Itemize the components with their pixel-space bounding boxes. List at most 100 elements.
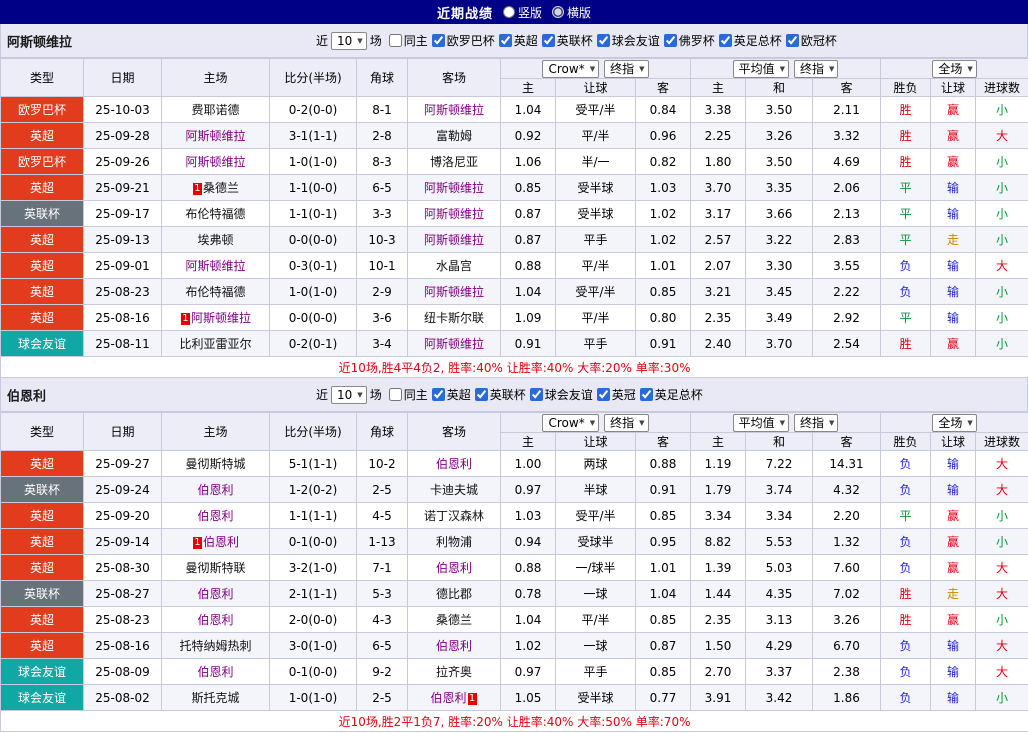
average-select[interactable]: 平均值▼ [733, 60, 789, 78]
bookmaker-select[interactable]: Crow*▼ [542, 414, 599, 432]
layout-vertical-option[interactable]: 竖版 [503, 4, 542, 21]
away-team-cell[interactable]: 伯恩利1 [408, 685, 501, 711]
score-cell[interactable]: 1-2(0-2) [270, 477, 357, 503]
score-cell[interactable]: 0-2(0-0) [270, 97, 357, 123]
league-checkbox[interactable] [432, 34, 445, 47]
home-team-cell[interactable]: 伯恩利 [162, 659, 270, 685]
score-cell[interactable]: 0-3(0-1) [270, 253, 357, 279]
away-team-cell[interactable]: 阿斯顿维拉 [408, 201, 501, 227]
away-team-cell[interactable]: 博洛尼亚 [408, 149, 501, 175]
away-team-cell[interactable]: 桑德兰 [408, 607, 501, 633]
score-cell[interactable]: 1-1(0-0) [270, 175, 357, 201]
home-team-cell[interactable]: 曼彻斯特城 [162, 451, 270, 477]
league-filter[interactable]: 英联杯 [475, 386, 526, 403]
score-cell[interactable]: 3-0(1-0) [270, 633, 357, 659]
home-team-cell[interactable]: 费耶诺德 [162, 97, 270, 123]
league-filter[interactable]: 欧冠杯 [786, 32, 837, 49]
match-count-select[interactable]: 10▼ [331, 32, 367, 50]
home-team-cell[interactable]: 1桑德兰 [162, 175, 270, 201]
score-cell[interactable]: 0-2(0-1) [270, 331, 357, 357]
scope-select[interactable]: 全场▼ [932, 414, 976, 432]
score-cell[interactable]: 3-2(1-0) [270, 555, 357, 581]
score-cell[interactable]: 1-0(1-0) [270, 149, 357, 175]
final-odds-select[interactable]: 终指▼ [604, 60, 648, 78]
score-cell[interactable]: 1-1(0-1) [270, 201, 357, 227]
home-team-cell[interactable]: 伯恩利 [162, 607, 270, 633]
match-count-select[interactable]: 10▼ [331, 386, 367, 404]
away-team-cell[interactable]: 利物浦 [408, 529, 501, 555]
score-cell[interactable]: 0-0(0-0) [270, 305, 357, 331]
home-team-cell[interactable]: 伯恩利 [162, 503, 270, 529]
away-team-cell[interactable]: 阿斯顿维拉 [408, 227, 501, 253]
away-team-cell[interactable]: 卡迪夫城 [408, 477, 501, 503]
same-home-filter[interactable]: 同主 [389, 386, 428, 403]
league-checkbox[interactable] [542, 34, 555, 47]
same-home-checkbox[interactable] [389, 388, 402, 401]
scope-select[interactable]: 全场▼ [932, 60, 976, 78]
away-team-cell[interactable]: 阿斯顿维拉 [408, 175, 501, 201]
home-team-cell[interactable]: 布伦特福德 [162, 279, 270, 305]
away-team-cell[interactable]: 纽卡斯尔联 [408, 305, 501, 331]
away-team-cell[interactable]: 阿斯顿维拉 [408, 279, 501, 305]
layout-vertical-radio[interactable] [503, 6, 515, 18]
league-filter[interactable]: 英超 [499, 32, 538, 49]
home-team-cell[interactable]: 埃弗顿 [162, 227, 270, 253]
away-team-cell[interactable]: 诺丁汉森林 [408, 503, 501, 529]
score-cell[interactable]: 1-1(1-1) [270, 503, 357, 529]
league-filter[interactable]: 英足总杯 [640, 386, 703, 403]
score-cell[interactable]: 0-0(0-0) [270, 227, 357, 253]
league-checkbox[interactable] [432, 388, 445, 401]
same-home-filter[interactable]: 同主 [389, 32, 428, 49]
score-cell[interactable]: 5-1(1-1) [270, 451, 357, 477]
final-odds-select-2[interactable]: 终指▼ [794, 414, 838, 432]
final-odds-select[interactable]: 终指▼ [604, 414, 648, 432]
score-cell[interactable]: 0-1(0-0) [270, 529, 357, 555]
same-home-checkbox[interactable] [389, 34, 402, 47]
league-checkbox[interactable] [475, 388, 488, 401]
league-checkbox[interactable] [499, 34, 512, 47]
league-filter[interactable]: 英超 [432, 386, 471, 403]
bookmaker-select[interactable]: Crow*▼ [542, 60, 599, 78]
away-team-cell[interactable]: 伯恩利 [408, 451, 501, 477]
layout-horizontal-option[interactable]: 横版 [552, 4, 591, 21]
league-filter[interactable]: 球会友谊 [597, 32, 660, 49]
home-team-cell[interactable]: 1伯恩利 [162, 529, 270, 555]
home-team-cell[interactable]: 托特纳姆热刺 [162, 633, 270, 659]
league-filter[interactable]: 球会友谊 [530, 386, 593, 403]
league-checkbox[interactable] [530, 388, 543, 401]
league-filter[interactable]: 佛罗杯 [664, 32, 715, 49]
league-checkbox[interactable] [597, 388, 610, 401]
score-cell[interactable]: 1-0(1-0) [270, 279, 357, 305]
league-checkbox[interactable] [664, 34, 677, 47]
away-team-cell[interactable]: 德比郡 [408, 581, 501, 607]
away-team-cell[interactable]: 水晶宫 [408, 253, 501, 279]
away-team-cell[interactable]: 拉齐奥 [408, 659, 501, 685]
home-team-cell[interactable]: 阿斯顿维拉 [162, 149, 270, 175]
away-team-cell[interactable]: 伯恩利 [408, 555, 501, 581]
away-team-cell[interactable]: 阿斯顿维拉 [408, 331, 501, 357]
layout-horizontal-radio[interactable] [552, 6, 564, 18]
league-checkbox[interactable] [640, 388, 653, 401]
score-cell[interactable]: 1-0(1-0) [270, 685, 357, 711]
away-team-cell[interactable]: 阿斯顿维拉 [408, 97, 501, 123]
away-team-cell[interactable]: 富勒姆 [408, 123, 501, 149]
score-cell[interactable]: 2-1(1-1) [270, 581, 357, 607]
league-filter[interactable]: 英联杯 [542, 32, 593, 49]
home-team-cell[interactable]: 伯恩利 [162, 581, 270, 607]
league-checkbox[interactable] [786, 34, 799, 47]
score-cell[interactable]: 3-1(1-1) [270, 123, 357, 149]
home-team-cell[interactable]: 斯托克城 [162, 685, 270, 711]
home-team-cell[interactable]: 阿斯顿维拉 [162, 123, 270, 149]
home-team-cell[interactable]: 伯恩利 [162, 477, 270, 503]
league-checkbox[interactable] [597, 34, 610, 47]
league-filter[interactable]: 英冠 [597, 386, 636, 403]
league-filter[interactable]: 欧罗巴杯 [432, 32, 495, 49]
home-team-cell[interactable]: 阿斯顿维拉 [162, 253, 270, 279]
away-team-cell[interactable]: 伯恩利 [408, 633, 501, 659]
home-team-cell[interactable]: 曼彻斯特联 [162, 555, 270, 581]
league-filter[interactable]: 英足总杯 [719, 32, 782, 49]
home-team-cell[interactable]: 比利亚雷亚尔 [162, 331, 270, 357]
home-team-cell[interactable]: 1阿斯顿维拉 [162, 305, 270, 331]
league-checkbox[interactable] [719, 34, 732, 47]
home-team-cell[interactable]: 布伦特福德 [162, 201, 270, 227]
